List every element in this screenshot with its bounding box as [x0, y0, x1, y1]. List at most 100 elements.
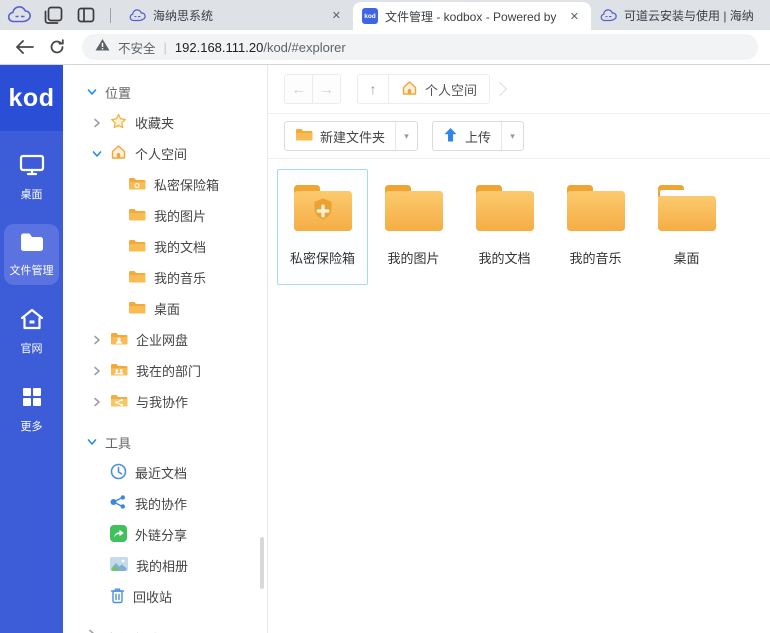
- company-folder-icon: [110, 331, 128, 349]
- browser-tab-hainasi[interactable]: 海纳思系统 ✕: [120, 0, 353, 30]
- chevron-right-icon[interactable]: [87, 629, 97, 633]
- upload-split-button: 上传 ▾: [432, 121, 524, 151]
- chevron-down-icon[interactable]: [92, 150, 102, 158]
- kod-logo[interactable]: kod: [0, 65, 63, 131]
- browser-tab-kodbox-active[interactable]: kod 文件管理 - kodbox - Powered by ✕: [353, 2, 591, 30]
- folder-icon: [128, 207, 146, 225]
- chevron-right-icon[interactable]: [92, 397, 102, 407]
- chevron-down-icon[interactable]: [87, 438, 97, 446]
- file-name: 桌面: [673, 248, 699, 267]
- tree-item-shared-with-me[interactable]: 与我协作: [63, 386, 267, 417]
- chevron-right-icon[interactable]: [92, 366, 102, 376]
- tree-item-label: 桌面: [154, 299, 180, 318]
- reload-icon[interactable]: [49, 39, 65, 55]
- close-icon[interactable]: ✕: [567, 10, 582, 23]
- back-icon[interactable]: [15, 40, 34, 54]
- tree-item-label: 个人空间: [135, 144, 187, 163]
- upload-arrow-icon: [443, 127, 458, 146]
- browser-navbar: 不安全 | 192.168.111.20/kod/#explorer: [0, 30, 770, 65]
- close-icon[interactable]: ✕: [329, 9, 344, 22]
- folder-desktop-large-icon: [655, 182, 719, 239]
- sidebar-item-official-site[interactable]: 官网: [4, 300, 59, 363]
- tree-item-desktop-folder[interactable]: 桌面: [63, 293, 267, 324]
- file-name: 我的音乐: [569, 248, 621, 267]
- safe-folder-icon: [128, 176, 146, 194]
- history-nav-group: ← →: [284, 74, 341, 104]
- home-icon: [19, 307, 45, 334]
- tree-item-my-music[interactable]: 我的音乐: [63, 262, 267, 293]
- chevron-right-icon[interactable]: [92, 118, 102, 128]
- trash-icon: [110, 587, 125, 607]
- breadcrumb-root[interactable]: 个人空间: [425, 80, 477, 99]
- url-path: /kod/#explorer: [263, 40, 345, 55]
- sidebar-item-label: 文件管理: [10, 262, 54, 278]
- tree-item-my-albums[interactable]: 我的相册: [63, 550, 267, 581]
- sidebar-item-file-manager[interactable]: 文件管理: [4, 224, 59, 285]
- tree-item-company-disk[interactable]: 企业网盘: [63, 324, 267, 355]
- new-folder-label: 新建文件夹: [320, 127, 385, 146]
- folder-icon: [128, 300, 146, 318]
- file-toolbar: 新建文件夹 ▾ 上传 ▾: [268, 114, 770, 159]
- new-folder-button[interactable]: 新建文件夹: [285, 122, 395, 150]
- history-back-button[interactable]: ←: [285, 75, 312, 103]
- new-folder-dropdown-caret[interactable]: ▾: [395, 122, 417, 150]
- vertical-tabs-icon[interactable]: [73, 3, 99, 27]
- tree-section-location[interactable]: 位置: [63, 77, 267, 107]
- breadcrumb[interactable]: 个人空间: [389, 80, 489, 99]
- tree-section-file-types[interactable]: 文件类型: [63, 628, 267, 633]
- star-icon: [110, 113, 127, 132]
- tree-item-recycle-bin[interactable]: 回收站: [63, 581, 267, 612]
- tree-item-label: 我的音乐: [154, 268, 206, 287]
- desktop-monitor-icon: [19, 153, 45, 180]
- breadcrumb-chevron-icon: [493, 82, 507, 96]
- tree-item-my-pictures[interactable]: 我的图片: [63, 200, 267, 231]
- tree-item-personal-space[interactable]: 个人空间: [63, 138, 267, 169]
- upload-dropdown-caret[interactable]: ▾: [501, 122, 523, 150]
- file-tile-my-documents[interactable]: 我的文档: [459, 169, 550, 285]
- url-host: 192.168.111.20: [175, 40, 263, 55]
- file-tile-private-safe[interactable]: 私密保险箱: [277, 169, 368, 285]
- tree-item-label: 私密保险箱: [154, 175, 219, 194]
- upload-button[interactable]: 上传: [433, 122, 501, 150]
- sidebar-item-more[interactable]: 更多: [4, 378, 59, 441]
- sidebar-item-desktop[interactable]: 桌面: [4, 146, 59, 209]
- tab-collections-icon[interactable]: [40, 3, 66, 27]
- path-group: ↑ 个人空间: [357, 74, 490, 104]
- chevron-right-icon[interactable]: [92, 335, 102, 345]
- grid-icon: [20, 385, 44, 412]
- workspaces-cloud-icon[interactable]: [7, 3, 33, 27]
- tree-item-my-collaboration[interactable]: 我的协作: [63, 488, 267, 519]
- share-icon: [110, 494, 127, 513]
- breadcrumb-bar: ← → ↑ 个人空间: [268, 65, 770, 114]
- folder-large-icon: [382, 182, 446, 239]
- address-bar[interactable]: 不安全 | 192.168.111.20/kod/#explorer: [82, 34, 758, 60]
- home-orange-icon: [110, 144, 127, 163]
- kod-favicon: kod: [362, 8, 378, 24]
- tree-scrollbar-thumb[interactable]: [260, 537, 264, 589]
- sidebar-item-label: 官网: [21, 340, 43, 356]
- tree-section-tools[interactable]: 工具: [63, 427, 267, 457]
- tree-item-my-documents[interactable]: 我的文档: [63, 231, 267, 262]
- external-link-icon: [110, 525, 127, 545]
- history-forward-button[interactable]: →: [312, 75, 340, 103]
- file-name: 私密保险箱: [290, 248, 355, 267]
- folder-icon: [128, 238, 146, 256]
- tree-item-favorites[interactable]: 收藏夹: [63, 107, 267, 138]
- tree-item-label: 我在的部门: [136, 361, 201, 380]
- file-tile-desktop[interactable]: 桌面: [641, 169, 732, 285]
- file-tile-my-music[interactable]: 我的音乐: [550, 169, 641, 285]
- address-divider: |: [164, 40, 167, 55]
- chevron-down-icon[interactable]: [87, 88, 97, 96]
- file-tile-my-pictures[interactable]: 我的图片: [368, 169, 459, 285]
- browser-tab-kodcloud-help[interactable]: 可道云安装与使用 | 海纳思: [591, 0, 770, 30]
- tree-item-private-safe[interactable]: 私密保险箱: [63, 169, 267, 200]
- folder-icon: [295, 127, 313, 145]
- tree-item-external-share[interactable]: 外链分享: [63, 519, 267, 550]
- go-up-button[interactable]: ↑: [358, 75, 389, 103]
- tree-item-label: 收藏夹: [135, 113, 174, 132]
- tab-title: 海纳思系统: [153, 7, 322, 24]
- department-folder-icon: [110, 362, 128, 380]
- tree-item-my-department[interactable]: 我在的部门: [63, 355, 267, 386]
- browser-tab-strip: 海纳思系统 ✕ kod 文件管理 - kodbox - Powered by ✕…: [0, 0, 770, 30]
- tree-item-recent-documents[interactable]: 最近文档: [63, 457, 267, 488]
